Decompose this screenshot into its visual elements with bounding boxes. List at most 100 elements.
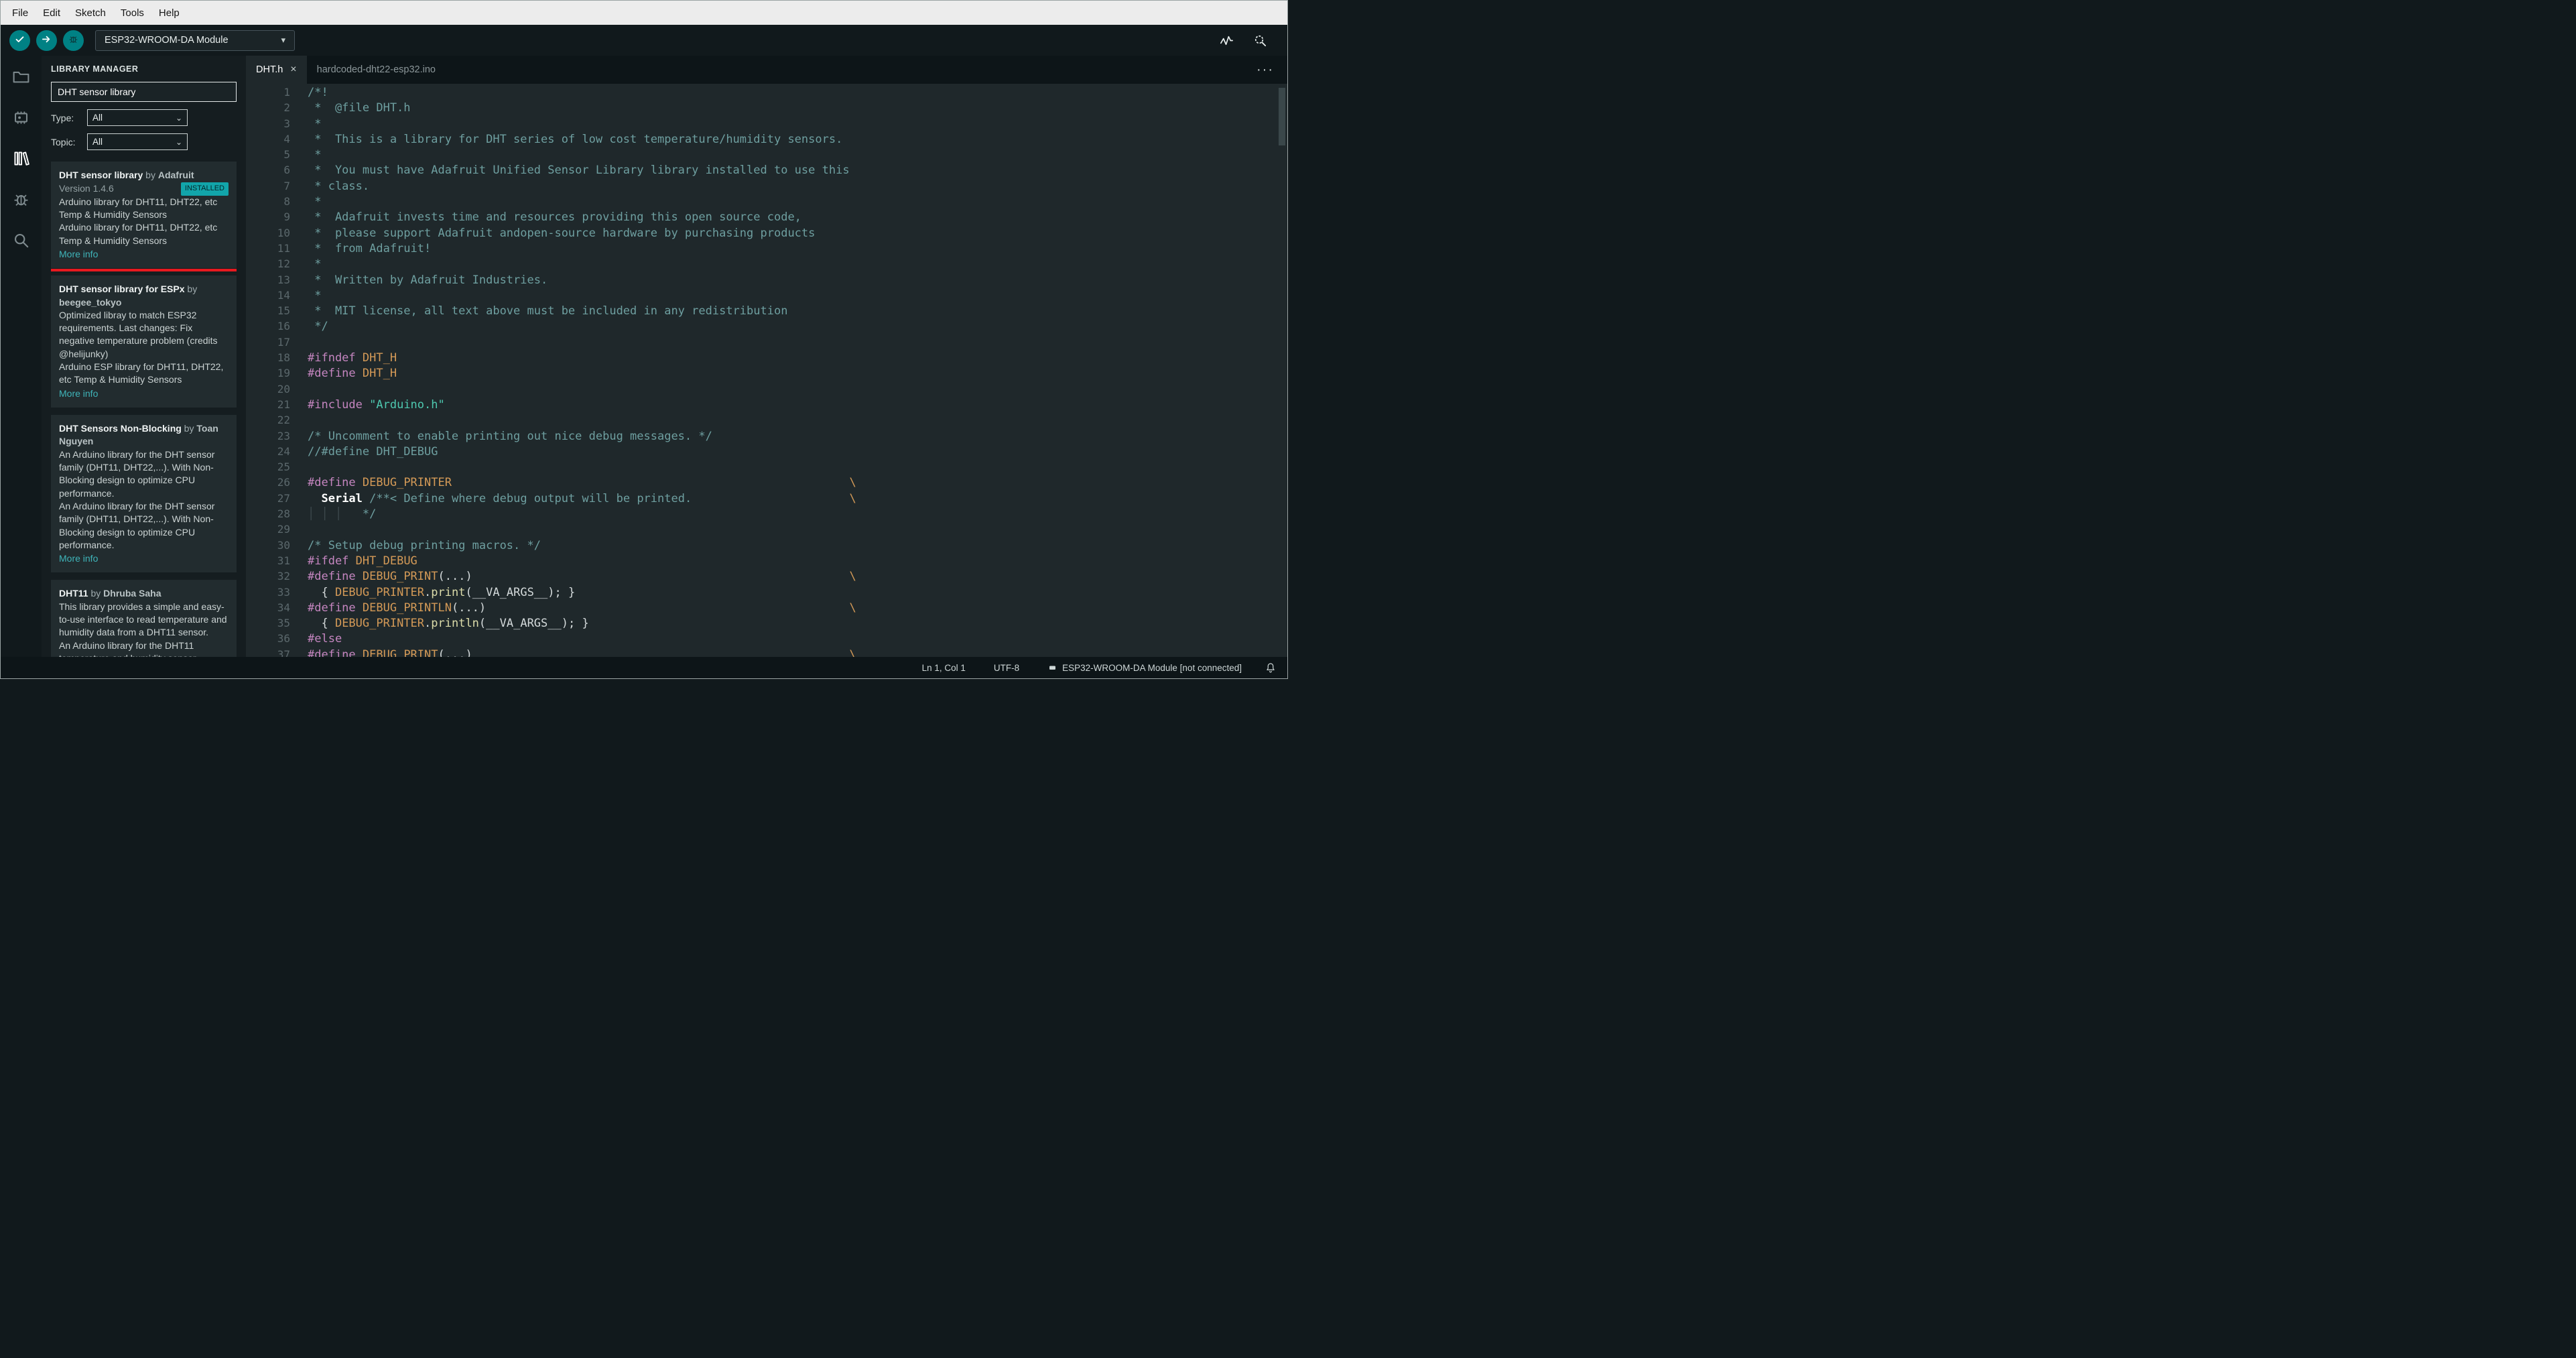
code-line-19[interactable]: 19 #define DHT_H xyxy=(246,367,1287,382)
tab-close-icon[interactable]: × xyxy=(290,64,296,76)
code-line-text: #define DEBUG_PRINT(...) \ xyxy=(308,570,856,584)
code-line-25[interactable]: 25 xyxy=(246,460,1287,476)
board-selector-value: ESP32-WROOM-DA Module xyxy=(105,35,229,46)
line-number: 15 xyxy=(277,304,290,318)
code-line-23[interactable]: 23 /* Uncomment to enable printing out ni… xyxy=(246,430,1287,445)
library-item[interactable]: DHT sensor library by Adafruit Version 1.… xyxy=(51,162,237,272)
code-line-20[interactable]: 20 xyxy=(246,383,1287,398)
code-line-14[interactable]: 14 * xyxy=(246,289,1287,304)
code-line-2[interactable]: 2 * @file DHT.h xyxy=(246,101,1287,117)
code-line-37[interactable]: 37 #define DEBUG_PRINT(...) \ xyxy=(246,648,1287,657)
code-line-18[interactable]: 18 #ifndef DHT_H xyxy=(246,351,1287,367)
code-line-1[interactable]: 1 /*! xyxy=(246,86,1287,101)
code-line-6[interactable]: 6 * You must have Adafruit Unified Senso… xyxy=(246,164,1287,179)
code-line-5[interactable]: 5 * xyxy=(246,148,1287,164)
debugger-button[interactable] xyxy=(10,189,33,212)
debug-bug-icon xyxy=(68,34,79,47)
code-line-27[interactable]: 27 Serial /**< Define where debug output… xyxy=(246,492,1287,507)
library-description: Arduino ESP library for DHT11, DHT22, et… xyxy=(59,361,224,385)
code-line-8[interactable]: 8 * xyxy=(246,195,1287,210)
board-status[interactable]: ESP32-WROOM-DA Module [not connected] xyxy=(1047,663,1242,673)
code-line-26[interactable]: 26 #define DEBUG_PRINTER \ xyxy=(246,476,1287,491)
code-line-31[interactable]: 31 #ifdef DHT_DEBUG xyxy=(246,554,1287,570)
editor-tab-hardcoded-dht22-esp32.ino[interactable]: hardcoded-dht22-esp32.ino xyxy=(307,56,446,84)
cursor-position[interactable]: Ln 1, Col 1 xyxy=(922,663,966,673)
code-line-35[interactable]: 35 { DEBUG_PRINTER.println(__VA_ARGS__);… xyxy=(246,617,1287,632)
library-manager-button[interactable] xyxy=(10,148,33,171)
code-line-21[interactable]: 21 #include "Arduino.h" xyxy=(246,398,1287,414)
code-line-text: * xyxy=(308,288,322,302)
code-line-28[interactable]: 28 │ │ │ */ xyxy=(246,507,1287,523)
code-line-11[interactable]: 11 * from Adafruit! xyxy=(246,242,1287,257)
verify-button[interactable] xyxy=(9,29,30,51)
upload-button[interactable] xyxy=(36,29,57,51)
editor-overflow-menu[interactable]: ··· xyxy=(1243,56,1287,84)
activity-bar xyxy=(1,56,42,657)
menu-item-tools[interactable]: Tools xyxy=(113,4,151,22)
code-line-text: * xyxy=(308,148,322,162)
debug-button[interactable] xyxy=(63,29,84,51)
search-button[interactable] xyxy=(10,230,33,253)
type-filter-row: Type: All ⌄ xyxy=(51,109,237,126)
code-line-text: #define DEBUG_PRINT(...) \ xyxy=(308,647,856,657)
encoding-label: UTF-8 xyxy=(993,662,1020,673)
board-selector[interactable]: ESP32-WROOM-DA Module ▾ xyxy=(95,29,295,51)
code-line-34[interactable]: 34 #define DEBUG_PRINTLN(...) \ xyxy=(246,601,1287,617)
code-line-3[interactable]: 3 * xyxy=(246,117,1287,133)
more-info-link[interactable]: More info xyxy=(59,552,98,565)
code-editor[interactable]: 1/*! 2 * @file DHT.h 3 * 4 * This is a libr… xyxy=(246,84,1287,657)
sketchbook-button[interactable] xyxy=(10,66,33,89)
more-info-link[interactable]: More info xyxy=(59,387,98,400)
code-line-text: * xyxy=(308,117,322,131)
library-item-title: DHT11 by Dhruba Saha xyxy=(59,587,229,600)
line-number: 16 xyxy=(277,320,290,333)
boards-manager-button[interactable] xyxy=(10,107,33,130)
code-line-text: * please support Adafruit andopen-source… xyxy=(308,226,816,240)
library-search-input[interactable] xyxy=(51,82,237,102)
editor-tab-dht.h[interactable]: DHT.h × xyxy=(246,56,307,84)
library-item[interactable]: DHT sensor library for ESPx by beegee_to… xyxy=(51,275,237,408)
notifications-bell-icon[interactable] xyxy=(1265,662,1277,674)
code-line-16[interactable]: 16 */ xyxy=(246,320,1287,335)
code-line-33[interactable]: 33 { DEBUG_PRINTER.print(__VA_ARGS__); } xyxy=(246,586,1287,601)
code-line-12[interactable]: 12 * xyxy=(246,257,1287,273)
library-item[interactable]: DHT11 by Dhruba Saha This library provide… xyxy=(51,580,237,657)
code-line-text: /* Uncomment to enable printing out nice… xyxy=(308,429,712,443)
code-line-29[interactable]: 29 xyxy=(246,523,1287,538)
code-line-36[interactable]: 36 #else xyxy=(246,632,1287,647)
editor-area: DHT.h × hardcoded-dht22-esp32.ino ··· 1 /*!… xyxy=(246,56,1287,657)
type-label: Type: xyxy=(51,112,74,123)
board-icon xyxy=(1049,666,1056,670)
menu-item-help[interactable]: Help xyxy=(151,4,187,22)
line-number: 30 xyxy=(277,538,290,552)
menu-item-file[interactable]: File xyxy=(5,4,36,22)
code-line-17[interactable]: 17 xyxy=(246,336,1287,351)
code-line-7[interactable]: 7 * class. xyxy=(246,180,1287,195)
status-bar: Ln 1, Col 1 UTF-8 ESP32-WROOM-DA Module … xyxy=(1,657,1287,678)
code-line-32[interactable]: 32 #define DEBUG_PRINT(...) \ xyxy=(246,570,1287,585)
code-line-13[interactable]: 13 * Written by Adafruit Industries. xyxy=(246,273,1287,289)
type-select[interactable]: All ⌄ xyxy=(87,109,188,126)
menu-item-edit[interactable]: Edit xyxy=(36,4,68,22)
code-line-10[interactable]: 10 * please support Adafruit andopen-sou… xyxy=(246,227,1287,242)
line-number: 18 xyxy=(277,351,290,365)
serial-plotter-icon[interactable] xyxy=(1218,32,1236,50)
menu-item-sketch[interactable]: Sketch xyxy=(68,4,113,22)
code-line-9[interactable]: 9 * Adafruit invests time and resources … xyxy=(246,210,1287,226)
more-info-link[interactable]: More info xyxy=(59,248,98,261)
serial-monitor-icon[interactable] xyxy=(1251,32,1269,50)
library-item[interactable]: DHT Sensors Non-Blocking by Toan Nguyen A… xyxy=(51,415,237,573)
code-line-4[interactable]: 4 * This is a library for DHT series of … xyxy=(246,133,1287,148)
topic-label: Topic: xyxy=(51,136,76,147)
code-line-15[interactable]: 15 * MIT license, all text above must be… xyxy=(246,304,1287,320)
code-line-30[interactable]: 30 /* Setup debug printing macros. */ xyxy=(246,539,1287,554)
code-line-24[interactable]: 24 //#define DHT_DEBUG xyxy=(246,445,1287,460)
topic-select[interactable]: All ⌄ xyxy=(87,133,188,150)
line-number: 35 xyxy=(277,617,290,630)
editor-scrollbar-thumb[interactable] xyxy=(1279,88,1285,145)
line-number: 3 xyxy=(283,117,290,130)
line-number: 21 xyxy=(277,397,290,411)
code-line-22[interactable]: 22 xyxy=(246,414,1287,429)
line-number: 27 xyxy=(277,491,290,505)
topic-filter-row: Topic: All ⌄ xyxy=(51,133,237,150)
